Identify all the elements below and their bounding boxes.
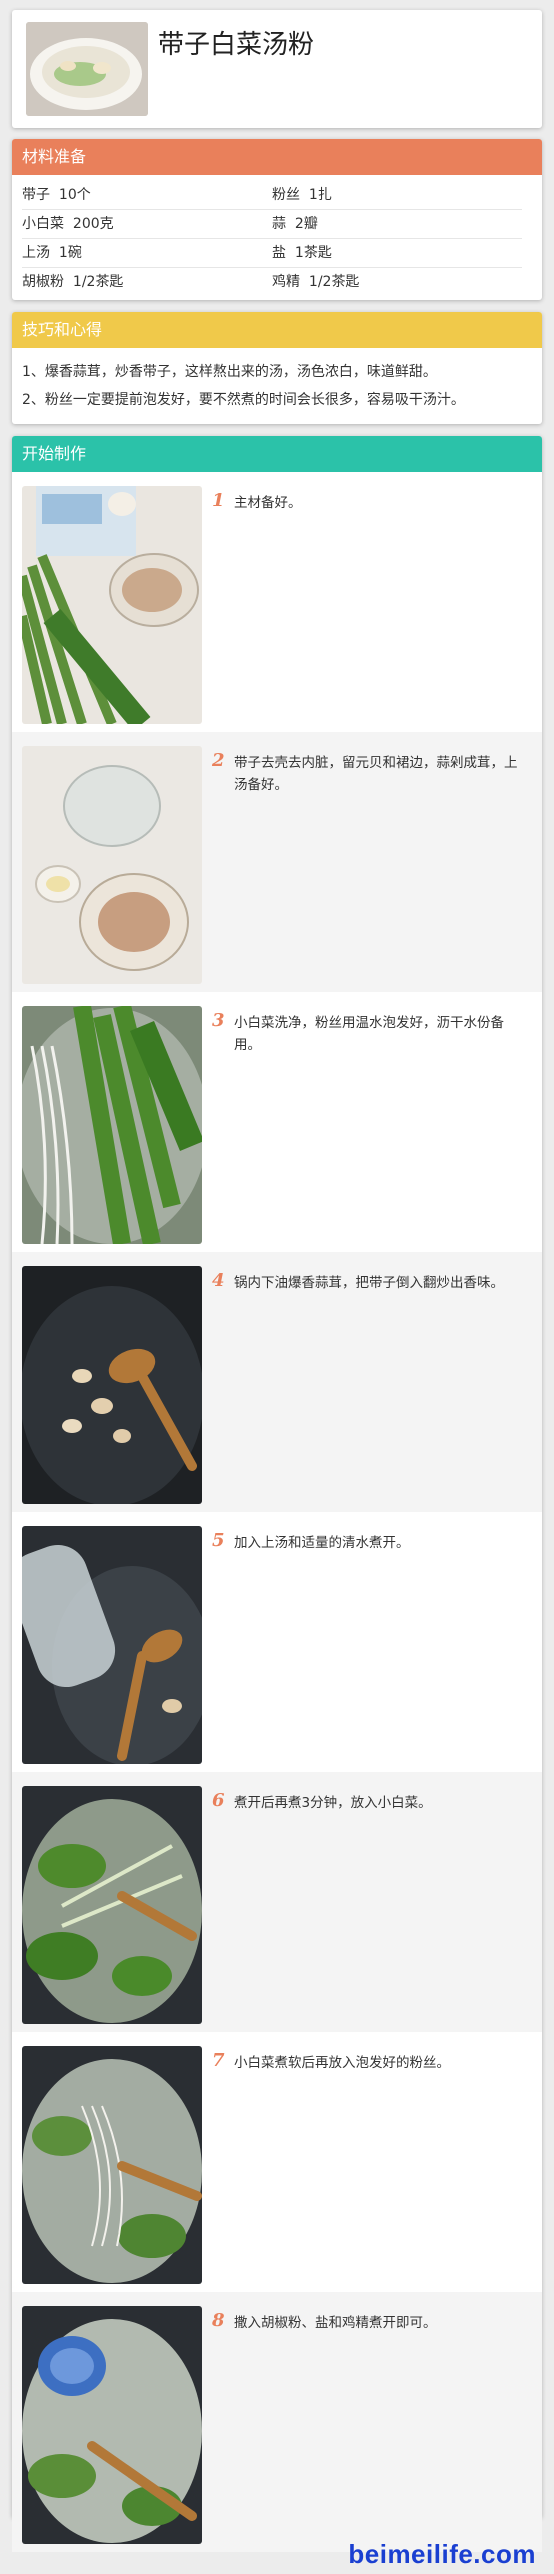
step-1: 1 主材备好。 [12, 472, 542, 732]
tip-item: 1、爆香蒜茸，炒香带子，这样熬出来的汤，汤色浓白，味道鲜甜。 [22, 364, 437, 380]
ingredient-amount: 1/2茶匙 [308, 274, 360, 290]
step-3: 3 小白菜洗净，粉丝用温水泡发好，沥干水份备用。 [12, 992, 542, 1252]
ingredient-name: 蒜 [272, 216, 286, 232]
step-text: 加入上汤和适量的清水煮开。 [234, 1535, 410, 1551]
step-photo [22, 1526, 202, 1764]
ingredients-table: 带子 10个 粉丝 1扎 小白菜 200克 蒜 2瓣 上汤 1碗 盐 1茶匙 胡… [22, 181, 522, 297]
step-5: 5 加入上汤和适量的清水煮开。 [12, 1512, 542, 1772]
steps-section: 开始制作 1 主材备好。 2 带子去壳去内脏，留元贝和裙边，蒜剁成茸，上汤备好。… [12, 436, 542, 2552]
step-photo [22, 1266, 202, 1504]
step-4: 4 锅内下油爆香蒜茸，把带子倒入翻炒出香味。 [12, 1252, 542, 1512]
ingredient-name: 鸡精 [272, 274, 300, 290]
tips-section: 技巧和心得 1、爆香蒜茸，炒香带子，这样熬出来的汤，汤色浓白，味道鲜甜。 2、粉… [12, 312, 542, 424]
ingredient-name: 上汤 [22, 245, 50, 261]
step-photo [22, 2306, 202, 2544]
ingredient-row: 带子 10个 粉丝 1扎 [22, 181, 522, 210]
ingredient-item: 胡椒粉 1/2茶匙 [22, 268, 272, 297]
ingredient-amount: 1/2茶匙 [72, 274, 124, 290]
step-text: 小白菜煮软后再放入泡发好的粉丝。 [234, 2055, 450, 2071]
ingredient-item: 带子 10个 [22, 181, 272, 209]
step-photo [22, 486, 202, 724]
ingredient-amount: 1茶匙 [294, 245, 332, 261]
ingredient-name: 粉丝 [272, 187, 300, 203]
step-photo [22, 1006, 202, 1244]
ingredient-item: 盐 1茶匙 [272, 239, 522, 267]
step-number: 5 [212, 1530, 225, 1551]
tips-heading: 技巧和心得 [12, 312, 542, 348]
ingredient-name: 盐 [272, 245, 286, 261]
ingredient-name: 小白菜 [22, 216, 64, 232]
step-photo [22, 746, 202, 984]
step-6: 6 煮开后再煮3分钟，放入小白菜。 [12, 1772, 542, 2032]
step-photo [22, 1786, 202, 2024]
step-7: 7 小白菜煮软后再放入泡发好的粉丝。 [12, 2032, 542, 2292]
ingredient-row: 胡椒粉 1/2茶匙 鸡精 1/2茶匙 [22, 268, 522, 297]
step-text: 煮开后再煮3分钟，放入小白菜。 [234, 1795, 432, 1811]
tips-list: 1、爆香蒜茸，炒香带子，这样熬出来的汤，汤色浓白，味道鲜甜。 2、粉丝一定要提前… [22, 358, 532, 414]
ingredient-item: 小白菜 200克 [22, 210, 272, 238]
step-number: 7 [212, 2050, 225, 2071]
ingredient-amount: 1碗 [58, 245, 82, 261]
ingredients-heading: 材料准备 [12, 139, 542, 175]
page-title: 带子白菜汤粉 [158, 30, 315, 60]
step-8: 8 撒入胡椒粉、盐和鸡精煮开即可。 [12, 2292, 542, 2552]
site-logo: beimeilife.com [348, 2539, 536, 2569]
ingredient-name: 带子 [22, 187, 50, 203]
ingredient-row: 上汤 1碗 盐 1茶匙 [22, 239, 522, 268]
step-2: 2 带子去壳去内脏，留元贝和裙边，蒜剁成茸，上汤备好。 [12, 732, 542, 992]
ingredient-item: 蒜 2瓣 [272, 210, 522, 238]
step-number: 6 [212, 1790, 225, 1811]
ingredient-item: 粉丝 1扎 [272, 181, 522, 209]
ingredient-name: 胡椒粉 [22, 274, 64, 290]
step-number: 3 [212, 1010, 225, 1031]
recipe-thumbnail [26, 22, 148, 116]
ingredient-row: 小白菜 200克 蒜 2瓣 [22, 210, 522, 239]
step-number: 2 [212, 750, 225, 771]
ingredient-amount: 10个 [58, 187, 91, 203]
step-text: 锅内下油爆香蒜茸，把带子倒入翻炒出香味。 [234, 1275, 504, 1291]
step-text: 撒入胡椒粉、盐和鸡精煮开即可。 [234, 2315, 437, 2331]
ingredient-amount: 1扎 [308, 187, 332, 203]
ingredient-amount: 200克 [72, 216, 114, 232]
step-text: 主材备好。 [234, 495, 302, 511]
step-number: 8 [212, 2310, 225, 2331]
step-number: 1 [212, 490, 225, 511]
step-number: 4 [212, 1270, 225, 1291]
steps-heading: 开始制作 [12, 436, 542, 472]
ingredient-item: 上汤 1碗 [22, 239, 272, 267]
ingredient-item: 鸡精 1/2茶匙 [272, 268, 522, 297]
step-text: 带子去壳去内脏，留元贝和裙边，蒜剁成茸，上汤备好。 [234, 755, 518, 793]
ingredients-section: 材料准备 带子 10个 粉丝 1扎 小白菜 200克 蒜 2瓣 上汤 1碗 盐 … [12, 139, 542, 300]
ingredient-amount: 2瓣 [294, 216, 318, 232]
tip-item: 2、粉丝一定要提前泡发好，要不然煮的时间会长很多，容易吸干汤汁。 [22, 392, 465, 408]
step-text: 小白菜洗净，粉丝用温水泡发好，沥干水份备用。 [234, 1015, 504, 1053]
step-photo [22, 2046, 202, 2284]
recipe-header: 带子白菜汤粉 [12, 10, 542, 128]
